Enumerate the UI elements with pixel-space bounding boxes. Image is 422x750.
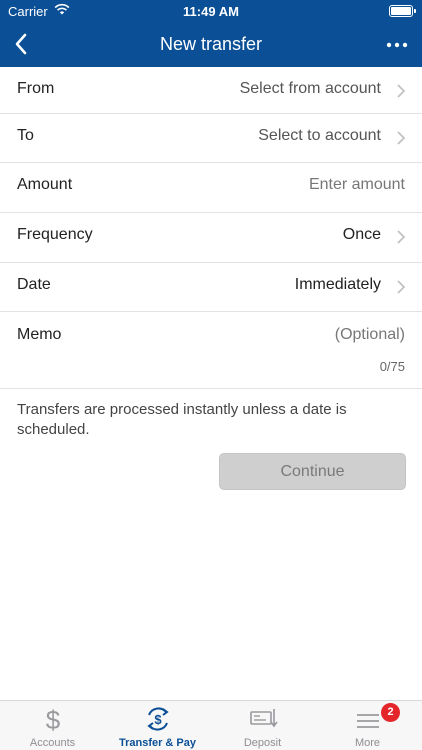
chevron-right-icon [397, 84, 406, 98]
tab-label: Transfer & Pay [118, 737, 197, 749]
status-bar: Carrier 11:49 AM [0, 0, 422, 24]
amount-row[interactable]: Amount Enter amount [0, 163, 422, 213]
transfer-form: From Select from account To Select to ac… [0, 67, 422, 389]
tab-deposit[interactable]: Deposit [210, 701, 315, 750]
tab-bar: $ Accounts $ Transfer & Pay Deposit 2 Mo… [0, 700, 422, 750]
to-account-value: Select to account [258, 127, 381, 144]
svg-text:$: $ [154, 712, 162, 727]
dollar-icon: $ [46, 705, 61, 733]
tab-transfer-pay[interactable]: $ Transfer & Pay [105, 701, 210, 750]
transfer-dollar-icon: $ [147, 707, 169, 731]
page-title: New transfer [159, 34, 263, 54]
check-deposit-icon [250, 709, 278, 728]
continue-button[interactable]: Continue [219, 453, 406, 490]
to-label: To [17, 127, 34, 144]
app-header: Carrier 11:49 AM New transfer [0, 0, 422, 67]
tab-label: Deposit [243, 737, 282, 749]
memo-input[interactable]: (Optional) [335, 326, 405, 344]
menu-icon [357, 714, 379, 728]
svg-text:$: $ [46, 705, 61, 733]
chevron-right-icon [397, 280, 406, 294]
amount-label: Amount [17, 176, 73, 193]
memo-row[interactable]: Memo (Optional) 0/75 [0, 312, 422, 389]
amount-input[interactable]: Enter amount [309, 176, 405, 194]
to-account-row[interactable]: To Select to account [0, 114, 422, 163]
frequency-value: Once [342, 226, 381, 243]
more-options-icon[interactable] [384, 32, 410, 58]
tab-label: Accounts [29, 737, 76, 749]
frequency-row[interactable]: Frequency Once [0, 213, 422, 263]
transfer-note: Transfers are processed instantly unless… [17, 401, 347, 438]
nav-bar: New transfer [0, 24, 422, 67]
frequency-label: Frequency [17, 226, 93, 243]
date-value: Immediately [294, 276, 381, 293]
from-account-value: Select from account [239, 80, 381, 97]
tab-more[interactable]: 2 More [315, 701, 420, 750]
clock: 11:49 AM [183, 4, 239, 19]
date-row[interactable]: Date Immediately [0, 263, 422, 312]
chevron-right-icon [397, 131, 406, 145]
battery-icon [389, 5, 416, 17]
memo-label: Memo [17, 326, 62, 343]
memo-char-count: 0/75 [379, 359, 405, 374]
from-account-row[interactable]: From Select from account [0, 67, 422, 114]
tab-label: More [354, 737, 381, 749]
date-label: Date [17, 276, 51, 293]
chevron-right-icon [397, 230, 406, 244]
from-label: From [17, 80, 55, 97]
tab-accounts[interactable]: $ Accounts [0, 701, 105, 750]
notification-badge: 2 [381, 703, 400, 722]
